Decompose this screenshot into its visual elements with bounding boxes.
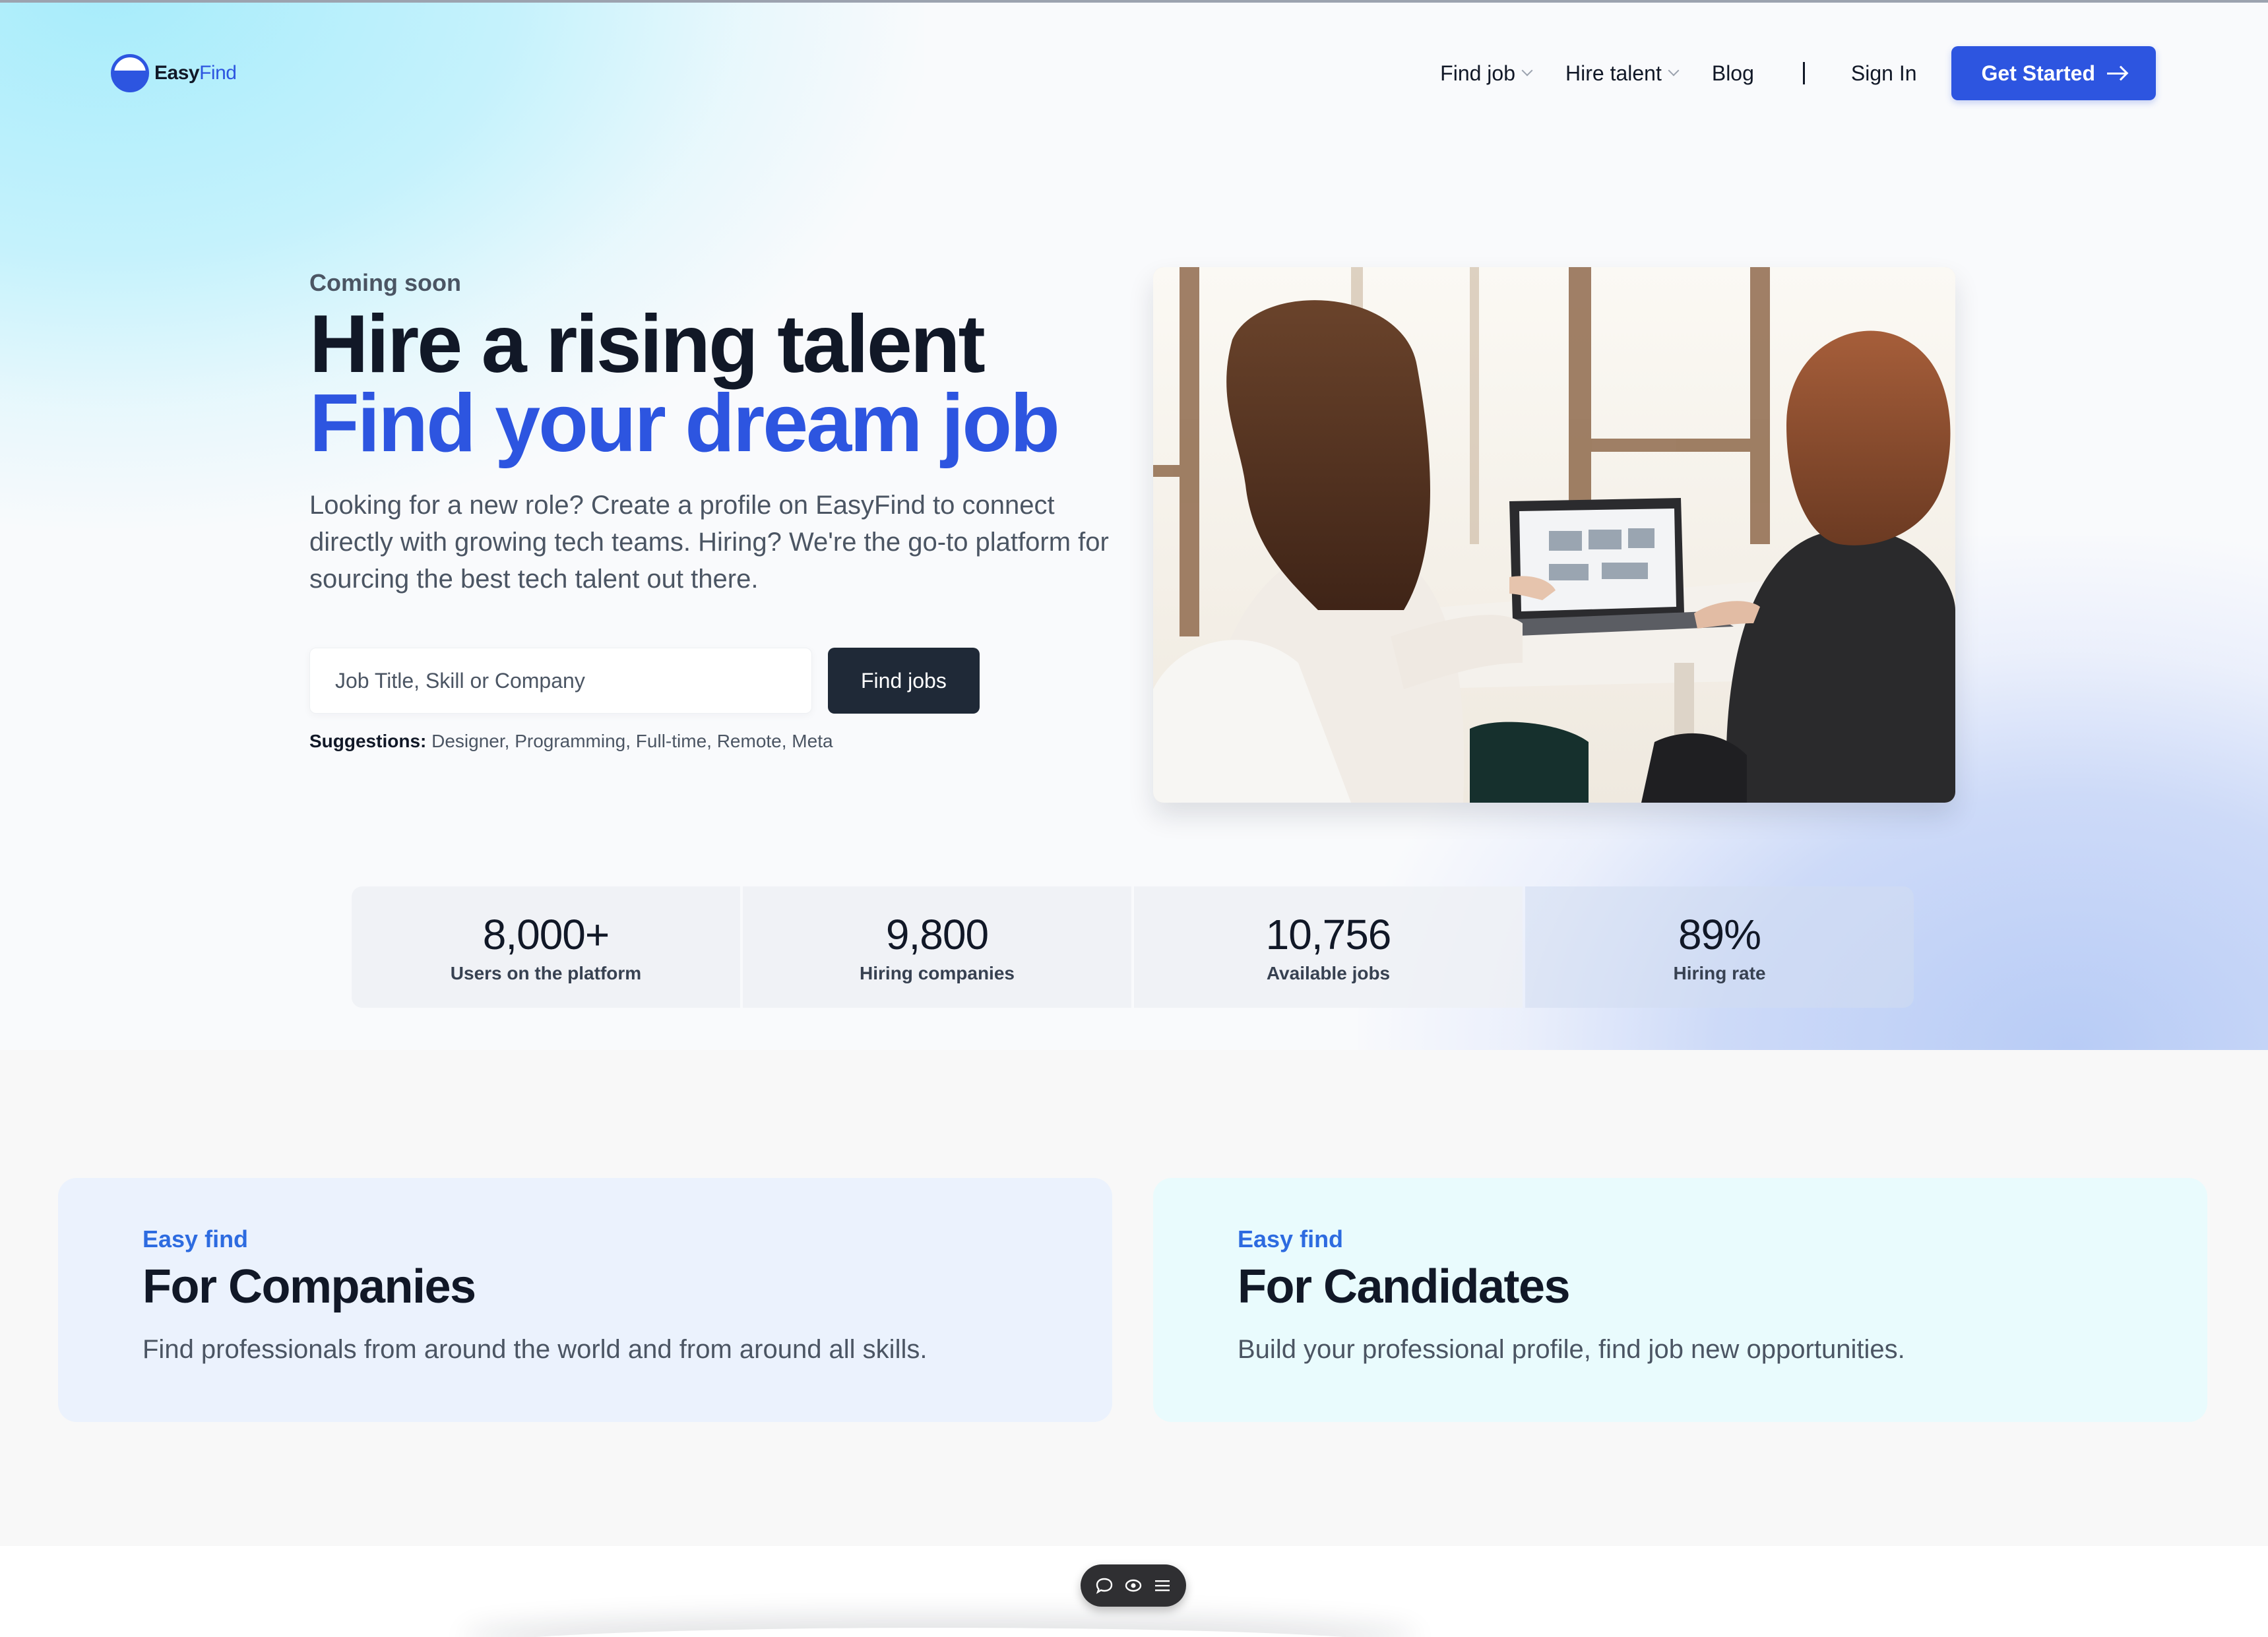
- comment-icon[interactable]: [1092, 1574, 1116, 1597]
- nav-separator: [1802, 62, 1805, 84]
- sign-in-link[interactable]: Sign In: [1851, 61, 1917, 86]
- job-search-form: Find jobs: [309, 648, 980, 714]
- hero-headline-line2: Find your dream job: [309, 378, 1060, 469]
- hero-copy: Coming soon Hire a rising talent Find yo…: [309, 269, 1134, 598]
- stat-label: Users on the platform: [450, 963, 642, 983]
- top-nav: EasyFind Find job Hire talent Blog Sign …: [0, 3, 2268, 141]
- card-for-candidates[interactable]: Easy find For Candidates Build your prof…: [1153, 1178, 2207, 1422]
- nav-blog-label: Blog: [1711, 61, 1754, 85]
- nav-hire-talent[interactable]: Hire talent: [1565, 61, 1680, 86]
- card-text: Find professionals from around the world…: [142, 1335, 928, 1364]
- nav-blog[interactable]: Blog: [1712, 61, 1754, 86]
- stat-users: 8,000+ Users on the platform: [352, 886, 740, 1008]
- card-eyebrow: Easy find: [142, 1225, 249, 1252]
- search-suggestions: Suggestions: Designer, Programming, Full…: [309, 731, 833, 752]
- hero-photo: [1153, 267, 1955, 803]
- stat-hiring-rate: 89% Hiring rate: [1525, 886, 1914, 1008]
- stat-value: 10,756: [1265, 911, 1392, 958]
- floating-toolbar: [1081, 1564, 1186, 1607]
- get-started-button[interactable]: Get Started: [1951, 46, 2156, 100]
- logo-icon: [111, 54, 149, 92]
- stat-companies: 9,800 Hiring companies: [743, 886, 1131, 1008]
- sign-in-label: Sign In: [1850, 61, 1917, 85]
- arrow-right-icon: [2107, 72, 2126, 75]
- nav-hire-talent-label: Hire talent: [1565, 61, 1662, 85]
- stat-label: Available jobs: [1266, 963, 1391, 983]
- nav-menu: Find job Hire talent Blog Sign In Get St…: [1440, 46, 2156, 100]
- get-started-label: Get Started: [1981, 61, 2095, 85]
- stat-jobs: 10,756 Available jobs: [1134, 886, 1523, 1008]
- stat-value: 8,000+: [482, 911, 610, 958]
- logo-text-find: Find: [199, 62, 237, 84]
- page: EasyFind Find job Hire talent Blog Sign …: [0, 0, 2268, 1637]
- eye-icon[interactable]: [1121, 1574, 1145, 1597]
- chevron-down-icon: [1668, 65, 1680, 77]
- menu-icon[interactable]: [1150, 1574, 1174, 1597]
- hero-eyebrow: Coming soon: [309, 269, 461, 296]
- logo-text-easy: Easy: [154, 62, 200, 84]
- stat-value: 89%: [1678, 911, 1761, 958]
- job-search-input[interactable]: [309, 648, 812, 714]
- card-title: For Companies: [142, 1260, 476, 1313]
- hero-lead: Looking for a new role? Create a profile…: [309, 491, 1109, 594]
- card-text: Build your professional profile, find jo…: [1238, 1335, 1905, 1364]
- card-for-companies[interactable]: Easy find For Companies Find professiona…: [58, 1178, 1112, 1422]
- hero-headline-line1: Hire a rising talent: [309, 299, 986, 390]
- nav-find-job-label: Find job: [1440, 61, 1515, 85]
- find-jobs-button[interactable]: Find jobs: [828, 648, 980, 714]
- logo-text: EasyFind: [154, 62, 237, 84]
- nav-find-job[interactable]: Find job: [1440, 61, 1533, 86]
- stats-bar: 8,000+ Users on the platform 9,800 Hirin…: [352, 886, 1914, 1008]
- chevron-down-icon: [1521, 65, 1533, 77]
- logo[interactable]: EasyFind: [111, 54, 237, 92]
- two-women-laptop-photo-icon: [1153, 267, 1955, 803]
- stat-label: Hiring companies: [860, 963, 1015, 983]
- audience-section: Easy find For Companies Find professiona…: [0, 1050, 2268, 1546]
- stat-value: 9,800: [885, 911, 989, 958]
- suggestions-list: Designer, Programming, Full-time, Remote…: [431, 731, 833, 751]
- card-title: For Candidates: [1238, 1260, 1571, 1313]
- card-eyebrow: Easy find: [1238, 1225, 1344, 1252]
- stat-label: Hiring rate: [1673, 963, 1766, 983]
- suggestions-label: Suggestions:: [309, 731, 427, 751]
